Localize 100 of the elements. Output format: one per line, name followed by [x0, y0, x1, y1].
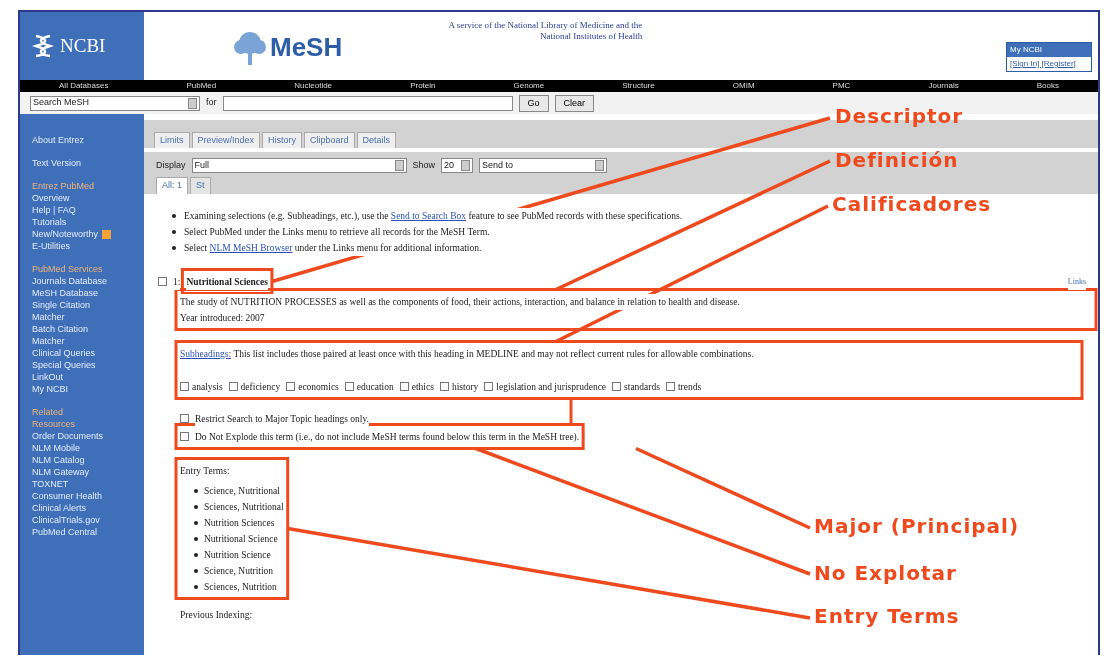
subheadings-link[interactable]: Subheadings:	[180, 348, 232, 359]
sidebar-heading: Entrez PubMed	[32, 180, 96, 192]
bullet-icon	[194, 520, 198, 525]
sidebar-link[interactable]: NLM Gateway	[32, 466, 144, 478]
sign-in-link[interactable]: [Sign In] [Register]	[1007, 57, 1091, 71]
tab[interactable]: Clipboard	[304, 131, 355, 148]
sidebar-link[interactable]: Overview	[32, 192, 144, 204]
tab[interactable]: Preview/Index	[191, 131, 261, 148]
checkbox[interactable]	[286, 382, 296, 391]
helix-icon	[32, 33, 54, 59]
bullet-icon	[172, 229, 176, 234]
nav-link[interactable]: All Databases	[59, 80, 109, 92]
note-link[interactable]: Send to Search Box	[390, 210, 467, 221]
sidebar-link[interactable]: Journals Database	[32, 275, 144, 287]
sidebar-link[interactable]: Batch Citation	[32, 323, 144, 335]
bullet-icon	[172, 245, 176, 250]
subheadings-text: This list includes those paired at least once with this heading in MEDLINE and may not reflect current rules for allowable combinations.	[231, 348, 754, 359]
sidebar-link[interactable]: New/Noteworthy	[32, 229, 99, 239]
sidebar-link[interactable]: Clinical Alerts	[32, 502, 144, 514]
display-select[interactable]: Full	[191, 158, 407, 173]
bullet-icon	[194, 488, 198, 493]
sidebar-link[interactable]: My NCBI	[32, 383, 144, 395]
checkbox[interactable]	[180, 432, 189, 441]
definition-text: The study of NUTRITION PROCESSES as well as the components of food, their actions, interaction, and balance in relation to health and disease.	[180, 293, 740, 310]
database-select[interactable]: Search MeSH	[30, 95, 200, 111]
ncbi-logo[interactable]: NCBI	[20, 12, 144, 80]
sidebar-link[interactable]: TOXNET	[32, 478, 144, 490]
sidebar-link[interactable]: Order Documents	[32, 430, 144, 442]
nav-link[interactable]: PMC	[832, 80, 851, 92]
bullet-icon	[194, 584, 198, 589]
entry-terms-title: Entry Terms:	[180, 464, 231, 478]
checkbox[interactable]	[180, 382, 189, 391]
annotation-label: Descriptor	[835, 106, 964, 126]
sidebar-link[interactable]: About Entrez	[32, 134, 144, 146]
sidebar-link[interactable]: Text Version	[32, 157, 144, 169]
display-label: Display	[156, 158, 186, 172]
sidebar-link[interactable]: LinkOut	[32, 371, 144, 383]
result-tab[interactable]: All: 1	[156, 177, 188, 194]
leader-line	[569, 398, 573, 425]
sidebar-heading: Resources	[32, 418, 77, 430]
annotation-label: Major (Principal)	[814, 516, 1020, 536]
search-button[interactable]: Clear	[554, 94, 595, 112]
tab[interactable]: History	[262, 131, 303, 148]
nav-link[interactable]: Structure	[622, 80, 655, 92]
sidebar-link[interactable]: E-Utilities	[32, 240, 144, 252]
bullet-icon	[194, 568, 198, 573]
checkbox[interactable]	[344, 382, 354, 391]
nav-link[interactable]: PubMed	[186, 80, 217, 92]
checkbox[interactable]	[399, 382, 409, 391]
checkbox[interactable]	[228, 382, 238, 391]
checkbox[interactable]	[484, 382, 494, 391]
bullet-icon	[194, 504, 198, 509]
result-tab[interactable]: St	[190, 177, 211, 194]
nav-link[interactable]: Books	[1036, 80, 1059, 92]
nav-link[interactable]: Genome	[513, 80, 545, 92]
nav-link[interactable]: Journals	[928, 80, 959, 92]
sidebar-link[interactable]: NLM Mobile	[32, 442, 144, 454]
sidebar-link[interactable]: Clinical Queries	[32, 347, 144, 359]
sidebar-link[interactable]: Tutorials	[32, 216, 144, 228]
sidebar-link[interactable]: MeSH Database	[32, 287, 144, 299]
send-to-select[interactable]: Send to	[479, 158, 608, 173]
note-text: Examining selections (e.g. Subheadings, etc.), use the Send to Search Box feature to see PubMed records with these specifications.	[184, 207, 683, 224]
checkbox[interactable]	[439, 382, 449, 391]
annotation-label: Calificadores	[832, 194, 992, 214]
sidebar-link[interactable]: Help | FAQ	[32, 204, 144, 216]
show-label: Show	[412, 158, 436, 172]
sidebar-link[interactable]: NLM Catalog	[32, 454, 144, 466]
sidebar-link[interactable]: Single Citation	[32, 299, 144, 311]
checkbox[interactable]	[612, 382, 622, 391]
sidebar-link[interactable]: ClinicalTrials.gov	[32, 514, 144, 526]
note-link[interactable]: NLM MeSH Browser	[209, 242, 293, 253]
sidebar-link[interactable]: Special Queries	[32, 359, 144, 371]
sidebar-link[interactable]: Matcher	[32, 335, 144, 347]
nav-link[interactable]: Protein	[410, 80, 436, 92]
nav-link[interactable]: OMIM	[732, 80, 755, 92]
nav-link[interactable]: Nucleotide	[294, 80, 333, 92]
checkbox[interactable]	[158, 277, 167, 286]
sidebar-link[interactable]: Matcher	[32, 311, 144, 323]
annotation-label: Entry Terms	[814, 606, 960, 626]
sidebar-link[interactable]: PubMed Central	[32, 526, 144, 538]
sidebar-heading: PubMed Services	[32, 263, 104, 275]
show-select[interactable]: 20	[441, 158, 474, 173]
service-text: A service of the National Library of Medicine and the National Institutes of Health	[447, 20, 643, 43]
search-button[interactable]: Go	[518, 94, 549, 112]
annotation-label: No Explotar	[814, 563, 957, 583]
bullet-icon	[194, 552, 198, 557]
my-ncbi-title: My NCBI	[1007, 43, 1091, 57]
search-field[interactable]	[222, 95, 513, 111]
ncbi-logo-text: NCBI	[60, 33, 106, 58]
sidebar-heading: Related	[32, 406, 65, 418]
bullet-icon	[172, 213, 176, 218]
tab[interactable]: Limits	[154, 131, 190, 148]
tab[interactable]: Details	[356, 131, 397, 148]
checkbox[interactable]	[180, 414, 189, 423]
checkbox[interactable]	[665, 382, 675, 391]
rss-icon[interactable]	[102, 230, 112, 240]
sidebar-link[interactable]: Consumer Health	[32, 490, 144, 502]
for-label: for	[206, 96, 217, 110]
annotation-label: Definición	[835, 150, 959, 170]
bullet-icon	[194, 536, 198, 541]
